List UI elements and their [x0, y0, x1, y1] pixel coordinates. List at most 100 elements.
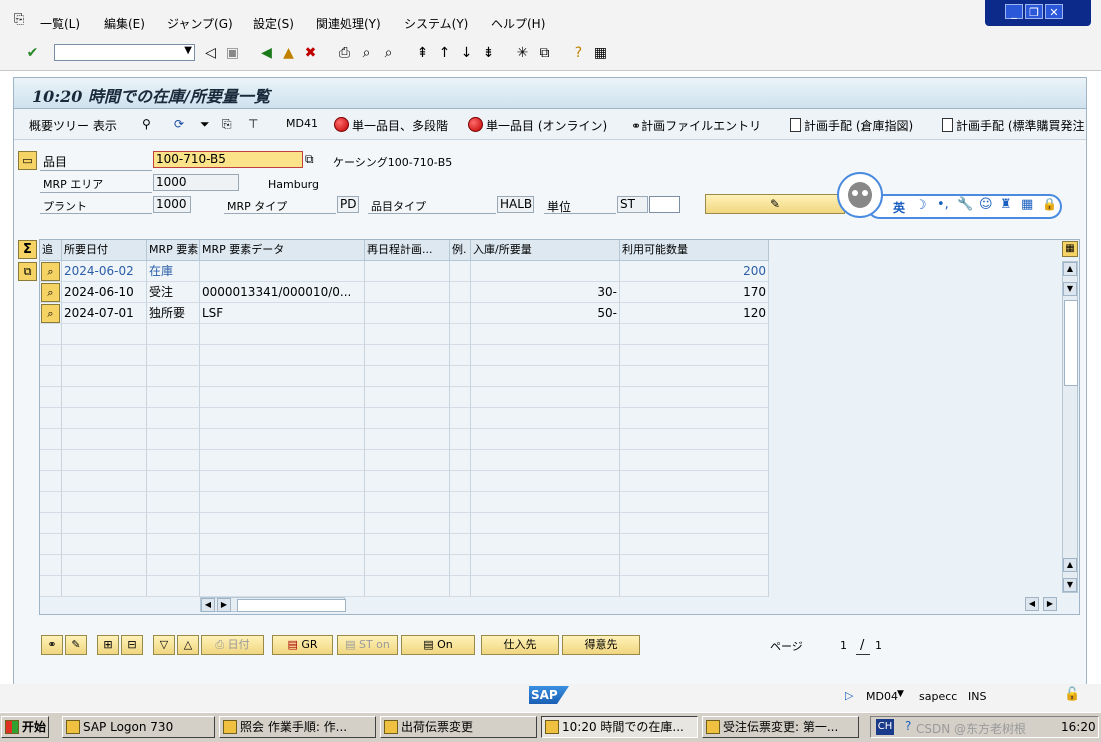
scroll-down-icon[interactable]: ▼ — [1063, 578, 1077, 592]
save-icon[interactable]: ▣ — [224, 45, 241, 62]
menu-help[interactable]: ヘルプ(H) — [491, 15, 545, 32]
planned-order-std-button[interactable]: 計画手配 (標準購買発注 — [942, 117, 1085, 134]
grid-cell-elem[interactable] — [147, 492, 200, 513]
glasses-button[interactable]: ⚭ — [41, 635, 63, 655]
col-header-receipt-qty[interactable]: 入庫/所要量 — [471, 240, 620, 261]
grid-cell-data[interactable] — [200, 366, 365, 387]
grid-cell-data[interactable]: LSF — [200, 303, 365, 324]
grid-cell-resched[interactable] — [365, 303, 450, 324]
row-detail-icon[interactable]: ⌕ — [41, 262, 60, 281]
command-field[interactable]: ▼ — [54, 44, 195, 61]
lock-icon[interactable]: 🔒 — [1042, 197, 1057, 211]
grid-cell-exc[interactable] — [450, 408, 471, 429]
col-header-available-qty[interactable]: 利用可能数量 — [620, 240, 769, 261]
menu-system[interactable]: システム(Y) — [404, 15, 468, 32]
enter-check-icon[interactable]: ✔ — [24, 45, 41, 62]
material-field[interactable]: 100-710-B5 — [153, 151, 303, 168]
scroll-up-icon[interactable]: ▲ — [1063, 262, 1077, 276]
layout-grid-icon[interactable]: ▦ — [1062, 241, 1078, 257]
grid-cell-qty[interactable] — [471, 345, 620, 366]
sap-menu-icon[interactable]: ⎘ — [14, 12, 24, 27]
grid-cell-resched[interactable] — [365, 366, 450, 387]
vendor-button[interactable]: 仕入先 — [481, 635, 559, 655]
grid-cell-resched[interactable] — [365, 450, 450, 471]
grid-cell-data[interactable] — [200, 534, 365, 555]
grid-cell-avail[interactable] — [620, 366, 769, 387]
layout-icon[interactable]: ▦ — [592, 45, 609, 62]
next-page-icon[interactable]: ↓ — [458, 45, 475, 62]
grid-cell-qty[interactable] — [471, 471, 620, 492]
grid-cell-data[interactable] — [200, 513, 365, 534]
grid-cell-qty[interactable] — [471, 408, 620, 429]
single-item-multi-level-button[interactable]: 単一品目、多段階 — [334, 117, 448, 134]
grid-cell-qty[interactable] — [471, 513, 620, 534]
vertical-scrollbar[interactable]: ▲ ▼ ▲ ▼ — [1062, 261, 1078, 593]
grid-cell-avail[interactable] — [620, 387, 769, 408]
help-tray-icon[interactable]: ? — [905, 719, 911, 733]
col-header-element-data[interactable]: MRP 要素データ — [200, 240, 365, 261]
status-play-icon[interactable]: ▷ — [845, 689, 853, 702]
grid-cell-exc[interactable] — [450, 387, 471, 408]
collapse-button[interactable]: ⊟ — [121, 635, 143, 655]
grid-cell-elem[interactable] — [147, 387, 200, 408]
col-header-exception[interactable]: 例. — [450, 240, 471, 261]
refresh-icon[interactable]: ⟳ — [174, 117, 184, 131]
grid-cell-resched[interactable] — [365, 513, 450, 534]
grid-cell-exc[interactable] — [450, 471, 471, 492]
filter-icon[interactable]: ⏷ — [200, 117, 210, 132]
grid-cell-date[interactable] — [62, 534, 147, 555]
grid-cell-avail[interactable] — [620, 492, 769, 513]
grid-cell-exc[interactable] — [450, 513, 471, 534]
grid-cell-avail[interactable] — [620, 513, 769, 534]
restore-icon[interactable]: ❐ — [1025, 4, 1043, 19]
grid-cell-resched[interactable] — [365, 555, 450, 576]
grid-cell-resched[interactable] — [365, 534, 450, 555]
taskbar-item-stock-list[interactable]: 10:20 時間での在庫... — [541, 716, 698, 738]
grid-cell-avail[interactable] — [620, 450, 769, 471]
print-icon[interactable]: ⎙ — [336, 45, 353, 62]
date-button[interactable]: ⎙ 日付 — [201, 635, 264, 655]
grid-cell-elem[interactable] — [147, 534, 200, 555]
prev-page-icon[interactable]: ↑ — [436, 45, 453, 62]
scroll-up-small-icon[interactable]: ▼ — [1063, 282, 1077, 296]
grid-cell-data[interactable] — [200, 324, 365, 345]
grid-cell-date[interactable] — [62, 576, 147, 597]
settings-icon[interactable]: ⊤ — [248, 117, 258, 131]
row-detail-icon[interactable]: ⌕ — [41, 304, 60, 323]
grid-cell-elem[interactable] — [147, 429, 200, 450]
grid-cell-qty[interactable] — [471, 387, 620, 408]
last-page-icon[interactable]: ⇟ — [480, 45, 497, 62]
grid-cell-avail[interactable] — [620, 324, 769, 345]
smile-icon[interactable]: ☺ — [979, 197, 993, 212]
grid-cell-data[interactable] — [200, 555, 365, 576]
grid-cell-data[interactable] — [200, 345, 365, 366]
grid-cell-resched[interactable] — [365, 429, 450, 450]
new-session-icon[interactable]: ✳ — [514, 45, 531, 62]
horizontal-scroll-thumb[interactable] — [237, 599, 346, 612]
grid-cell-date[interactable]: 2024-06-10 — [62, 282, 147, 303]
grid-cell-data[interactable] — [200, 576, 365, 597]
find-icon[interactable]: ⌕ — [358, 45, 375, 62]
grid-cell-elem[interactable]: 受注 — [147, 282, 200, 303]
grid-cell-exc[interactable] — [450, 429, 471, 450]
grid-cell-elem[interactable] — [147, 324, 200, 345]
grid-cell-qty[interactable] — [471, 429, 620, 450]
scroll-right-icon[interactable]: ▶ — [217, 598, 231, 612]
taskbar-item-sap-logon[interactable]: SAP Logon 730 — [62, 716, 215, 738]
horizontal-scrollbar-left[interactable]: ◀ ▶ — [200, 597, 346, 612]
scroll-down-small-icon[interactable]: ▲ — [1063, 558, 1077, 572]
shirt-icon[interactable]: ♜ — [1000, 197, 1012, 212]
grid-cell-exc[interactable] — [450, 492, 471, 513]
grid-cell-elem[interactable] — [147, 555, 200, 576]
grid-cell-exc[interactable] — [450, 303, 471, 324]
grid-cell-date[interactable] — [62, 408, 147, 429]
grid-cell-data[interactable] — [200, 492, 365, 513]
grid-cell-date[interactable] — [62, 555, 147, 576]
grid-cell-qty[interactable] — [471, 555, 620, 576]
menu-settings[interactable]: 設定(S) — [253, 15, 294, 32]
grid-cell-elem[interactable] — [147, 450, 200, 471]
grid-cell-date[interactable]: 2024-07-01 — [62, 303, 147, 324]
taskbar-item-sales-order[interactable]: 受注伝票変更: 第一... — [702, 716, 859, 738]
minimize-icon[interactable]: _ — [1005, 4, 1023, 19]
person-icon[interactable]: ⚲ — [142, 117, 151, 131]
